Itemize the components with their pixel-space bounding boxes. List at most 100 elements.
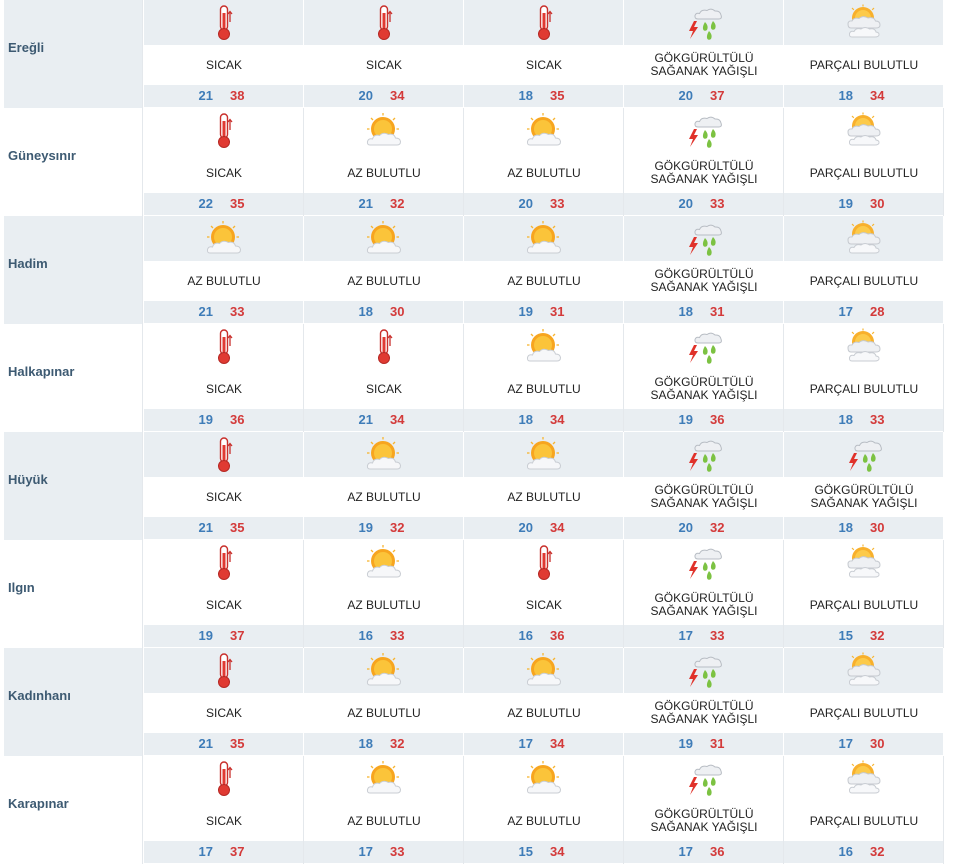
day-forecast: PARÇALI BULUTLU 18 34 [784,0,944,108]
condition-text: PARÇALI BULUTLU [784,599,944,612]
condition-line: SAĞANAK YAĞIŞLI [650,712,758,726]
min-temperature: 19 [838,196,853,211]
day-forecast: AZ BULUTLU 17 34 [464,648,624,756]
day-forecast: PARÇALI BULUTLU 18 33 [784,324,944,432]
max-temperature: 30 [870,736,885,751]
sun-cloud-icon [524,112,564,150]
day-forecast: SICAK 18 35 [464,0,624,108]
city-row: Kadınhanı SICAK 21 35 AZ BULUTLU 18 32 AZ BULUT… [0,648,944,756]
day-forecast: SICAK 19 37 [144,540,304,648]
day-forecast: GÖKGÜRÜLTÜLÜ SAĞANAK YAĞIŞLI 18 30 [784,432,944,540]
day-forecast: GÖKGÜRÜLTÜLÜ SAĞANAK YAĞIŞLI 19 36 [624,324,784,432]
sun-cloud-icon [364,112,404,150]
sun-cloud-icon [364,220,404,258]
condition-text: SICAK [144,491,304,504]
city-cell: Kadınhanı [4,648,143,756]
condition-text: GÖKGÜRÜLTÜLÜ SAĞANAK YAĞIŞLI [624,808,784,834]
min-temperature: 21 [198,304,213,319]
max-temperature: 33 [550,196,565,211]
max-temperature: 36 [710,844,725,859]
max-temperature: 34 [550,844,565,859]
condition-line: PARÇALI BULUTLU [809,274,919,288]
condition-line: PARÇALI BULUTLU [809,598,919,612]
min-temperature: 15 [518,844,533,859]
max-temperature: 34 [390,88,405,103]
partly-cloudy-icon [844,328,884,366]
max-temperature: 34 [550,736,565,751]
max-temperature: 33 [710,196,725,211]
min-temperature: 19 [678,412,693,427]
thunderstorm-icon [684,652,724,690]
max-temperature: 31 [710,736,725,751]
day-forecast: PARÇALI BULUTLU 16 32 [784,756,944,864]
day-forecast: PARÇALI BULUTLU 17 28 [784,216,944,324]
sun-cloud-icon [524,220,564,258]
condition-line: AZ BULUTLU [507,166,581,180]
condition-line: SAĞANAK YAĞIŞLI [650,172,758,186]
city-name[interactable]: Hüyük [8,472,48,487]
day-forecast: GÖKGÜRÜLTÜLÜ SAĞANAK YAĞIŞLI 20 32 [624,432,784,540]
day-forecast: SICAK 21 34 [304,324,464,432]
day-forecast: AZ BULUTLU 17 33 [304,756,464,864]
condition-text: PARÇALI BULUTLU [784,275,944,288]
sun-cloud-icon [364,436,404,474]
condition-line: SICAK [205,166,242,180]
condition-line: AZ BULUTLU [347,166,421,180]
min-temperature: 18 [518,412,533,427]
city-name[interactable]: Güneysınır [8,148,76,163]
min-temperature: 20 [678,88,693,103]
max-temperature: 33 [390,844,405,859]
thunderstorm-icon [684,328,724,366]
city-row: Halkapınar SICAK 19 36 SICAK 21 34 AZ BULUTLU 18… [0,324,944,432]
condition-line: AZ BULUTLU [347,490,421,504]
city-row: Hadim AZ BULUTLU 21 33 AZ BULUTLU 18 30 AZ BULU… [0,216,944,324]
min-temperature: 18 [518,88,533,103]
day-forecast: GÖKGÜRÜLTÜLÜ SAĞANAK YAĞIŞLI 18 31 [624,216,784,324]
city-cell: Halkapınar [4,324,143,432]
day-forecast: AZ BULUTLU 20 33 [464,108,624,216]
max-temperature: 34 [870,88,885,103]
condition-text: SICAK [144,383,304,396]
sun-cloud-icon [524,436,564,474]
partly-cloudy-icon [844,112,884,150]
min-temperature: 17 [198,844,213,859]
min-temperature: 17 [518,736,533,751]
condition-line: SAĞANAK YAĞIŞLI [650,820,758,834]
city-row: Karapınar SICAK 17 37 AZ BULUTLU 17 33 AZ BULUT… [0,756,944,864]
day-forecast: AZ BULUTLU 20 34 [464,432,624,540]
condition-text: SICAK [144,707,304,720]
thunderstorm-icon [684,436,724,474]
partly-cloudy-icon [844,220,884,258]
day-forecast: SICAK 21 38 [144,0,304,108]
city-name[interactable]: Ilgın [8,580,35,595]
partly-cloudy-icon [844,544,884,582]
min-temperature: 18 [358,304,373,319]
day-forecast: AZ BULUTLU 18 34 [464,324,624,432]
condition-text: AZ BULUTLU [304,599,464,612]
min-temperature: 17 [678,844,693,859]
max-temperature: 30 [870,196,885,211]
min-temperature: 18 [678,304,693,319]
condition-line: AZ BULUTLU [507,274,581,288]
condition-line: PARÇALI BULUTLU [809,166,919,180]
condition-text: SICAK [304,59,464,72]
min-temperature: 21 [198,88,213,103]
city-cell: Güneysınır [4,108,143,216]
sun-cloud-icon [524,760,564,798]
city-name[interactable]: Kadınhanı [8,688,71,703]
day-forecast: SICAK 17 37 [144,756,304,864]
sun-cloud-icon [524,652,564,690]
city-name[interactable]: Karapınar [8,796,69,811]
max-temperature: 30 [870,520,885,535]
city-name[interactable]: Ereğli [8,40,44,55]
city-name[interactable]: Halkapınar [8,364,74,379]
day-forecast: SICAK 20 34 [304,0,464,108]
condition-line: PARÇALI BULUTLU [809,706,919,720]
condition-line: AZ BULUTLU [507,490,581,504]
city-name[interactable]: Hadim [8,256,48,271]
max-temperature: 32 [390,736,405,751]
max-temperature: 32 [390,196,405,211]
condition-line: PARÇALI BULUTLU [809,58,919,72]
day-forecast: AZ BULUTLU 16 33 [304,540,464,648]
condition-line: SICAK [205,490,242,504]
